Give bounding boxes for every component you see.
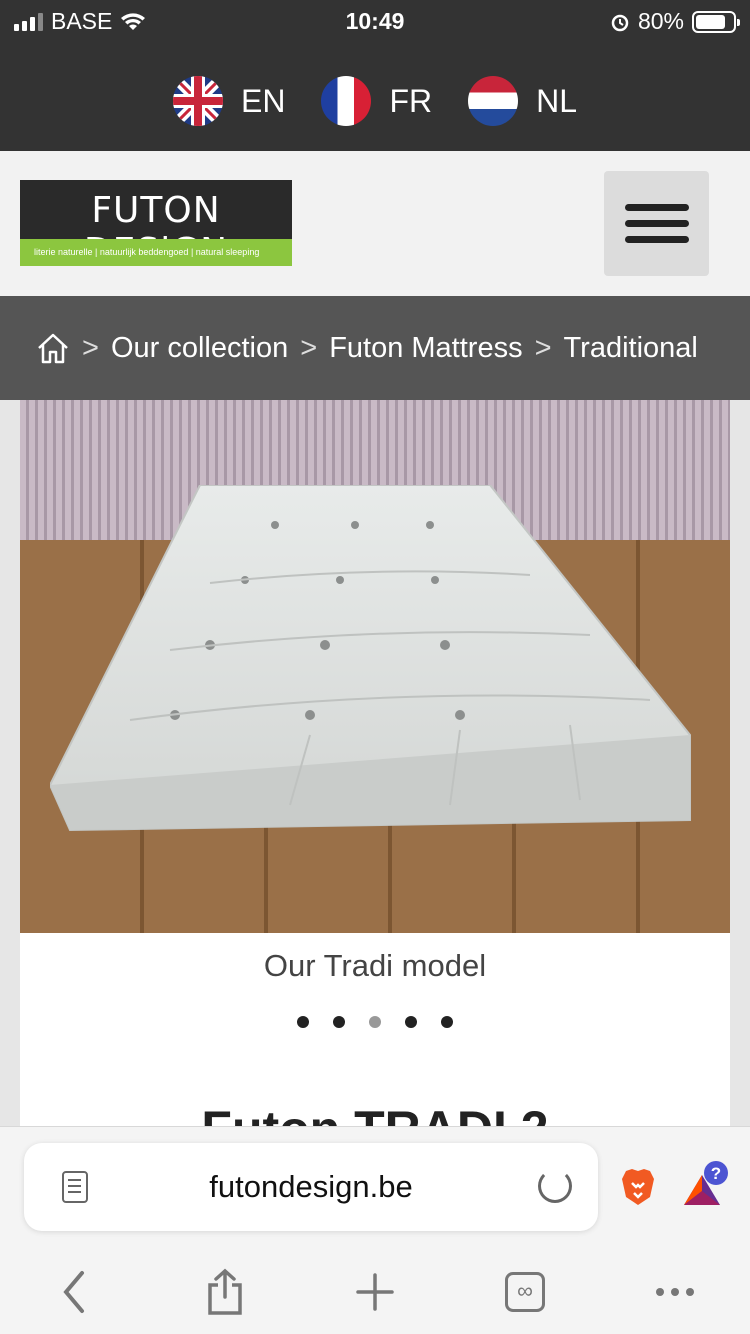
site-logo[interactable]: FUTON DESiGN literie naturelle | natuurl… bbox=[20, 180, 292, 272]
language-switcher: EN FR NL bbox=[0, 76, 750, 126]
france-flag-icon bbox=[321, 76, 372, 126]
battery-percent: 80% bbox=[637, 8, 684, 34]
breadcrumb-traditional: Traditional bbox=[563, 331, 698, 364]
bat-rewards-icon[interactable]: ? bbox=[680, 1161, 730, 1209]
rewards-badge: ? bbox=[711, 1164, 721, 1183]
top-bar: BASE 10:49 80% EN FR NL bbox=[0, 0, 750, 151]
url-text[interactable]: futondesign.be bbox=[24, 1169, 598, 1205]
breadcrumb-separator: > bbox=[534, 331, 552, 364]
language-label: EN bbox=[240, 82, 286, 119]
tabs-icon[interactable]: ∞ bbox=[500, 1267, 550, 1317]
browser-bottom-bar: futondesign.be ? ∞ bbox=[0, 1126, 750, 1334]
hamburger-menu-icon[interactable] bbox=[604, 171, 709, 276]
product-photo[interactable] bbox=[20, 400, 730, 933]
back-icon[interactable] bbox=[50, 1267, 100, 1317]
slider-dot[interactable] bbox=[297, 1016, 309, 1028]
breadcrumb-futon-mattress[interactable]: Futon Mattress bbox=[329, 332, 522, 365]
reload-icon[interactable] bbox=[538, 1169, 572, 1203]
language-fr[interactable]: FR bbox=[321, 76, 432, 126]
breadcrumb-separator: > bbox=[82, 331, 99, 364]
slider-dots bbox=[20, 1016, 730, 1028]
slider-dot-active[interactable] bbox=[369, 1016, 381, 1028]
slider-dot[interactable] bbox=[405, 1016, 417, 1028]
netherlands-flag-icon bbox=[468, 76, 519, 126]
site-header: FUTON DESiGN literie naturelle | natuurl… bbox=[0, 151, 750, 296]
more-icon[interactable] bbox=[650, 1267, 700, 1317]
status-bar: BASE 10:49 80% bbox=[0, 0, 750, 44]
breadcrumb-separator: > bbox=[300, 331, 318, 364]
language-nl[interactable]: NL bbox=[468, 76, 577, 126]
slide-caption: Our Tradi model bbox=[263, 948, 487, 983]
uk-flag-icon bbox=[172, 76, 223, 126]
language-label: NL bbox=[536, 82, 577, 119]
alarm-icon bbox=[611, 14, 629, 31]
language-label: FR bbox=[389, 82, 433, 119]
brave-lion-icon[interactable] bbox=[620, 1167, 656, 1207]
mattress-illustration bbox=[50, 485, 691, 832]
tabs-count: ∞ bbox=[505, 1272, 545, 1312]
new-tab-icon[interactable] bbox=[350, 1267, 400, 1317]
language-en[interactable]: EN bbox=[172, 76, 286, 126]
breadcrumb: > Our collection > Futon Mattress > Trad… bbox=[0, 296, 750, 400]
share-icon[interactable] bbox=[200, 1267, 250, 1317]
browser-toolbar: ∞ bbox=[0, 1267, 750, 1317]
address-bar[interactable]: futondesign.be bbox=[24, 1143, 598, 1231]
battery-icon bbox=[692, 10, 740, 33]
content-card: Our Tradi model Futon TRADI 2 bbox=[20, 400, 730, 1130]
home-icon[interactable] bbox=[36, 332, 70, 364]
slider-dot[interactable] bbox=[333, 1016, 345, 1028]
logo-tagline: literie naturelle | natuurlijk beddengoe… bbox=[20, 239, 292, 266]
slider-dot[interactable] bbox=[441, 1016, 453, 1028]
breadcrumb-our-collection[interactable]: Our collection bbox=[111, 332, 288, 365]
